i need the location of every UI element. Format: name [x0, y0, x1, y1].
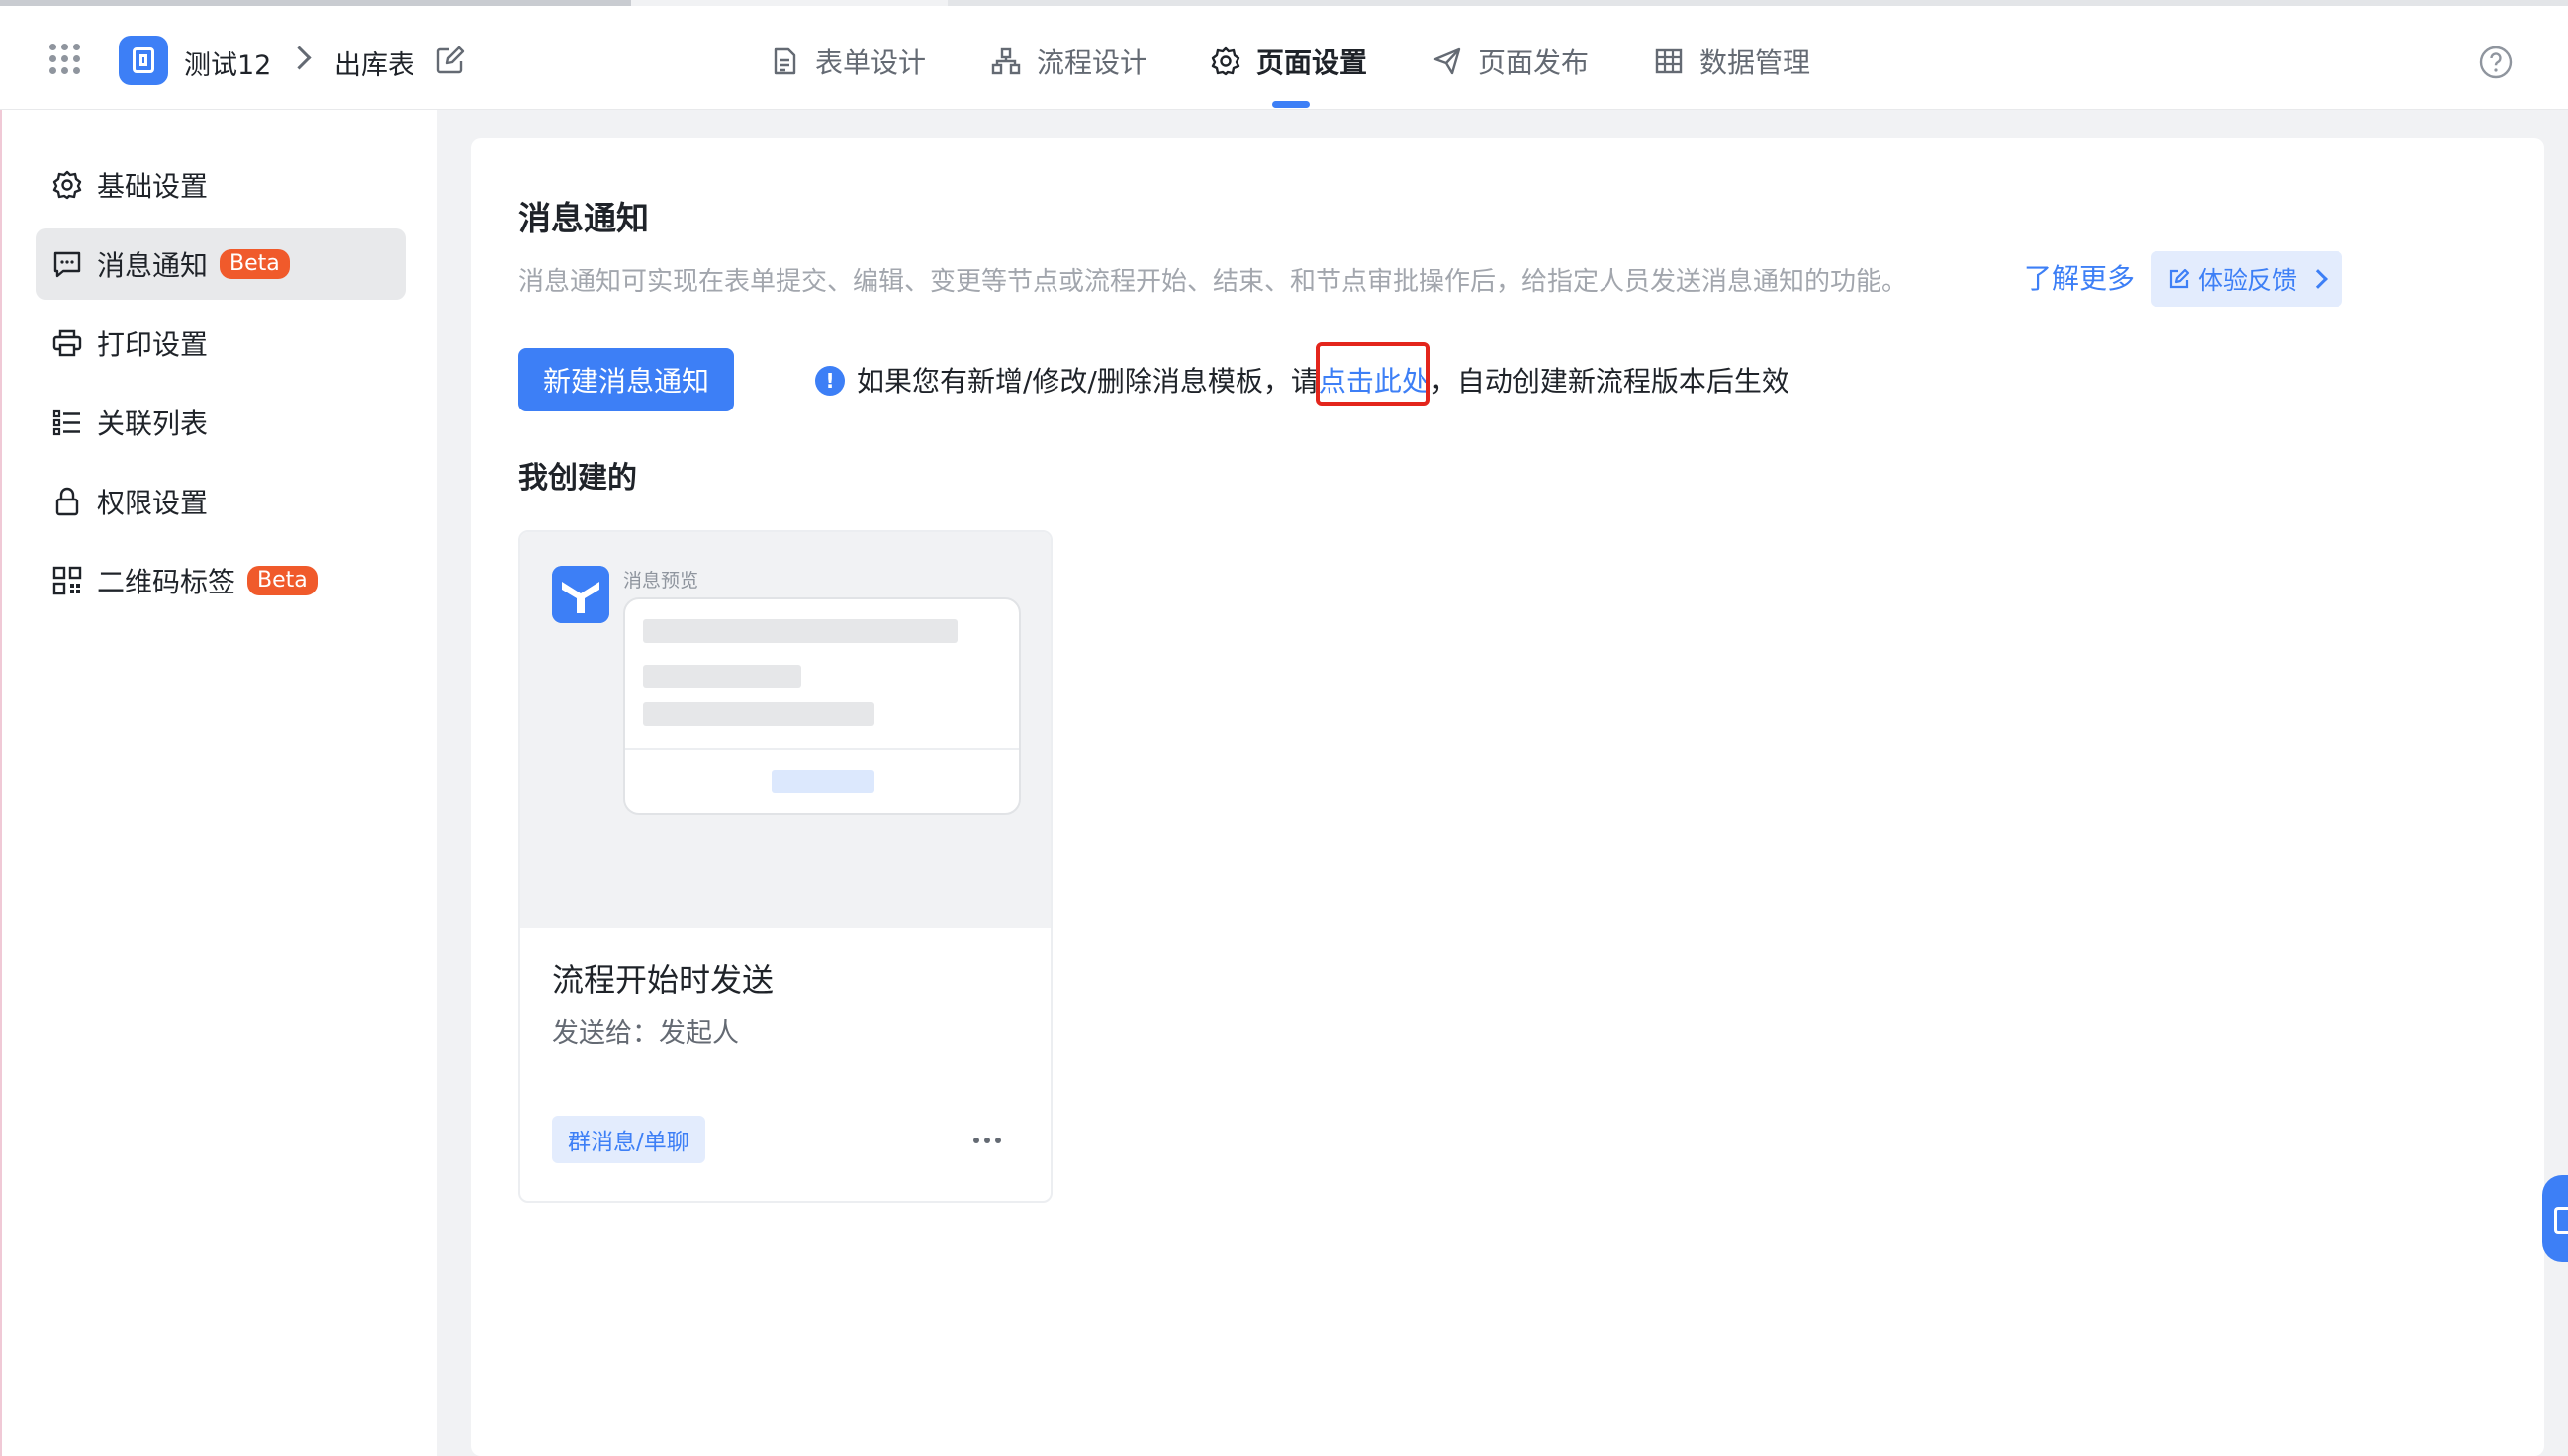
table-icon [1655, 48, 1683, 74]
help-icon[interactable] [2479, 46, 2513, 79]
flow-icon [991, 47, 1021, 75]
form-name[interactable]: 出库表 [334, 44, 414, 82]
feedback-label: 体验反馈 [2198, 266, 2298, 295]
beta-badge: Beta [247, 566, 318, 595]
card-channel-tag: 群消息/单聊 [552, 1116, 705, 1163]
template-tip: 如果您有新增/修改/删除消息模板，请 点击此处 ，自动创建新流程版本后生效 [857, 360, 1789, 400]
sidebar-item-label: 二维码标签 [97, 566, 236, 598]
edit-icon[interactable] [435, 46, 465, 75]
tab-page-publish[interactable]: 页面发布 [1432, 42, 1589, 81]
sidebar-item-label: 权限设置 [97, 487, 209, 519]
sidebar-item-label: 消息通知 [97, 249, 209, 282]
more-options-icon[interactable] [967, 1126, 1007, 1155]
feedback-button[interactable]: 体验反馈 [2151, 251, 2342, 307]
active-tab-indicator [1272, 101, 1310, 108]
skeleton-line [643, 702, 874, 726]
settings-sidebar: 基础设置 消息通知 Beta 打印设置 关联列表 权限设置 二维码标签 Beta [0, 110, 437, 1456]
sidebar-item-related-list[interactable]: 关联列表 [36, 387, 406, 458]
sidebar-item-qrcode-label[interactable]: 二维码标签 Beta [36, 545, 406, 616]
tab-label: 数据管理 [1699, 46, 1811, 79]
tip-text-before: 如果您有新增/修改/删除消息模板，请 [857, 365, 1319, 398]
app-brand-icon [552, 566, 609, 623]
printer-icon [52, 329, 82, 357]
tab-label: 流程设计 [1037, 46, 1148, 79]
sidebar-item-message-notification[interactable]: 消息通知 Beta [36, 228, 406, 300]
gear-icon [52, 170, 82, 200]
qrcode-icon [52, 566, 82, 595]
card-recipient: 发送给：发起人 [552, 1018, 739, 1048]
notification-card[interactable]: 消息预览 流程开始时发送 发送给：发起人 群消息/单聊 [518, 530, 1053, 1203]
section-title-my-created: 我创建的 [518, 461, 637, 496]
window-edge [0, 110, 2, 1456]
feedback-edit-icon [2169, 268, 2190, 289]
list-icon [52, 410, 80, 436]
skeleton-button [772, 770, 874, 793]
tab-label: 页面设置 [1256, 46, 1368, 79]
info-icon [815, 366, 845, 396]
tip-text-after: ，自动创建新流程版本后生效 [1428, 365, 1789, 398]
app-logo-icon[interactable] [119, 36, 168, 85]
sidebar-item-print-settings[interactable]: 打印设置 [36, 308, 406, 379]
message-icon [53, 251, 81, 278]
page-title: 消息通知 [518, 199, 649, 237]
preview-title: 消息预览 [623, 570, 699, 592]
sidebar-item-label: 基础设置 [97, 170, 209, 203]
tab-form-design[interactable]: 表单设计 [770, 42, 926, 81]
preview-message-box [623, 597, 1021, 815]
message-preview: 消息预览 [520, 532, 1051, 928]
beta-badge: Beta [220, 249, 290, 279]
sidebar-item-basic-settings[interactable]: 基础设置 [36, 149, 406, 221]
send-icon [1433, 47, 1461, 75]
learn-more-link[interactable]: 了解更多 [2024, 257, 2135, 297]
card-title: 流程开始时发送 [552, 961, 775, 999]
chevron-right-icon [287, 46, 312, 70]
app-grid-icon[interactable] [49, 44, 81, 75]
chevron-right-icon [2308, 269, 2328, 289]
document-icon [774, 47, 796, 75]
tab-label: 页面发布 [1478, 46, 1590, 79]
sidebar-item-label: 打印设置 [97, 328, 209, 361]
preview-divider [625, 748, 1019, 750]
tab-page-settings[interactable]: 页面设置 [1211, 42, 1367, 81]
top-header: 测试12 出库表 表单设计 流程设计 页面设置 页面发布 数据管理 [0, 6, 2568, 110]
gear-icon [1211, 46, 1240, 76]
skeleton-line [643, 619, 958, 643]
tab-flow-design[interactable]: 流程设计 [991, 42, 1147, 81]
tab-data-management[interactable]: 数据管理 [1654, 42, 1810, 81]
app-name[interactable]: 测试12 [184, 44, 271, 82]
lock-icon [55, 487, 79, 516]
main-content-card: 消息通知 消息通知可实现在表单提交、编辑、变更等节点或流程开始、结束、和节点审批… [471, 138, 2544, 1456]
skeleton-line [643, 665, 801, 688]
tip-click-here-link[interactable]: 点击此处 [1319, 360, 1429, 400]
new-notification-button[interactable]: 新建消息通知 [518, 348, 734, 411]
sidebar-item-permission-settings[interactable]: 权限设置 [36, 466, 406, 537]
sidebar-item-label: 关联列表 [97, 408, 209, 440]
tab-label: 表单设计 [815, 46, 927, 79]
floating-assistant-button[interactable] [2542, 1175, 2568, 1262]
page-description: 消息通知可实现在表单提交、编辑、变更等节点或流程开始、结束、和节点审批操作后，给… [518, 267, 1908, 297]
